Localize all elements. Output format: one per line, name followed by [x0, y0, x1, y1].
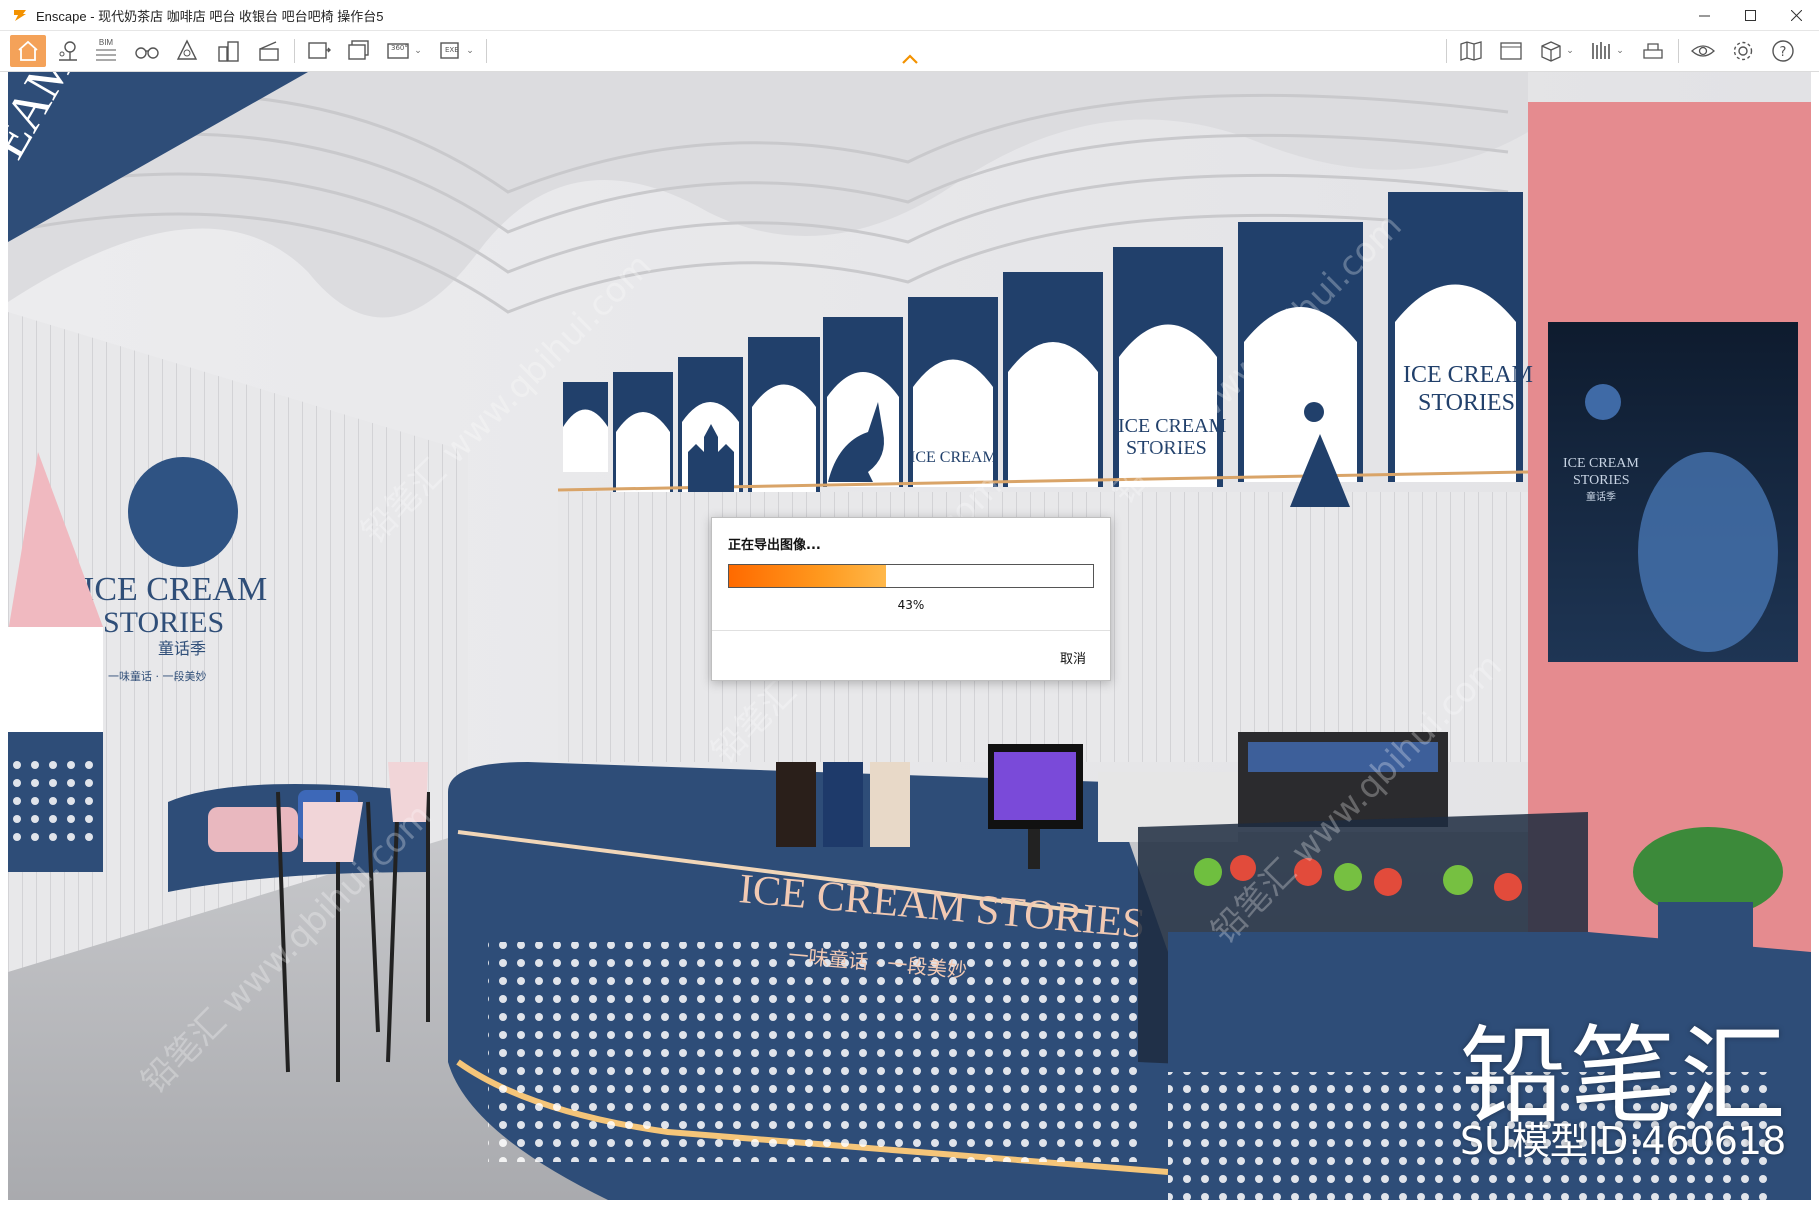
watermark-model-id: SU模型ID:460618 [1460, 1119, 1787, 1163]
progress-bar-fill [729, 565, 886, 587]
binoculars-button[interactable] [130, 35, 164, 67]
settings-button[interactable] [1726, 35, 1760, 67]
turret-dots [8, 752, 98, 842]
help-button[interactable]: ? [1766, 35, 1800, 67]
material-library-button[interactable]: ⌄ [1584, 35, 1628, 67]
binoculars-icon [135, 47, 159, 59]
upload-button[interactable] [1636, 35, 1670, 67]
window-controls [1681, 0, 1819, 30]
dialog-divider [712, 630, 1110, 631]
menu-card-2 [823, 762, 863, 847]
toolbar-separator [486, 39, 487, 63]
arch-brand-line1: ICE CREAM [1403, 362, 1533, 388]
wall-brand-line2: STORIES [103, 606, 224, 639]
visual-settings-button[interactable] [1686, 35, 1720, 67]
poster-brand-2: STORIES [1573, 473, 1630, 488]
panorama-button[interactable]: 360° ⌄ [382, 35, 426, 67]
upload-cloud-icon [1643, 43, 1663, 59]
bim-list-icon [96, 49, 116, 61]
poster-cn: 童话季 [1586, 490, 1616, 503]
help-icon: ? [1772, 40, 1794, 62]
box-icon [1541, 41, 1561, 62]
export-exe-button[interactable]: EXE ⌄ [434, 35, 478, 67]
map-icon [1460, 41, 1482, 61]
wall-brand-cn: 童话季 [158, 639, 206, 658]
gear-icon [1733, 41, 1753, 61]
exe-label: EXE [445, 46, 459, 54]
render-image-button[interactable] [302, 35, 336, 67]
arch-brand-line2: STORIES [1418, 390, 1515, 416]
views-icon [1500, 42, 1522, 60]
pos-screen-tiles [994, 752, 1076, 820]
pos-stand [1028, 829, 1040, 869]
princess-head [1304, 402, 1324, 422]
library-icon [1592, 42, 1611, 59]
maximize-icon [1744, 9, 1756, 21]
title-bar: Enscape - 现代奶茶店 咖啡店 吧台 收银台 吧台吧椅 操作台5 [0, 0, 1819, 31]
toolbar-separator [1446, 39, 1447, 63]
section-box-button[interactable]: ⌄ [1534, 35, 1578, 67]
toolbar-separator [294, 39, 295, 63]
bim-button[interactable]: BIM [90, 35, 122, 67]
clapperboard-icon [259, 41, 279, 61]
skybox-button[interactable] [170, 35, 204, 67]
chevron-down-icon: ⌄ [1566, 46, 1574, 56]
assets-button[interactable] [212, 35, 246, 67]
progress-bar [728, 564, 1094, 588]
collapse-chevron-icon[interactable] [900, 52, 920, 66]
arch-brand-small: ICE CREAM [910, 449, 997, 466]
menu-card-1 [776, 762, 816, 847]
batch-render-icon [348, 40, 369, 60]
map-button[interactable] [1454, 35, 1488, 67]
enscape-logo-icon [14, 10, 26, 21]
location-button[interactable] [52, 35, 84, 67]
window-title: Enscape - 现代奶茶店 咖啡店 吧台 收银台 吧台吧椅 操作台5 [36, 8, 384, 24]
svg-text:?: ? [1780, 45, 1787, 60]
menu-card-3 [870, 762, 910, 847]
home-button[interactable] [10, 35, 46, 67]
wall-slogan: 一味童话 · 一段美妙 [108, 669, 207, 683]
plant-pot [1658, 902, 1753, 947]
close-button[interactable] [1773, 0, 1819, 30]
render-image-icon [308, 42, 331, 59]
counter-dot-pattern [488, 942, 1138, 1162]
close-icon [1790, 9, 1802, 21]
minimize-button[interactable] [1681, 0, 1727, 30]
panorama-label: 360° [391, 44, 408, 52]
toolbar-separator [1678, 39, 1679, 63]
views-button[interactable] [1494, 35, 1528, 67]
wall-brand-line1: ICE CREAM [83, 571, 267, 608]
batch-render-button[interactable] [342, 35, 376, 67]
dialog-title: 正在导出图像... [728, 538, 821, 553]
chevron-down-icon: ⌄ [414, 46, 422, 56]
chevron-down-icon: ⌄ [1616, 46, 1624, 56]
atmosphere-icon [176, 39, 198, 60]
bench-cushion-pink [208, 807, 298, 852]
video-editor-button[interactable] [252, 35, 286, 67]
progress-percent: 43% [897, 598, 925, 612]
maximize-button[interactable] [1727, 0, 1773, 30]
poster-brand-1: ICE CREAM [1563, 456, 1639, 471]
home-icon [18, 40, 38, 61]
bim-label: BIM [98, 38, 114, 47]
location-pin-icon [59, 41, 77, 61]
poster-figure [1638, 452, 1778, 652]
export-progress-dialog: 正在导出图像... 43% 取消 [711, 517, 1111, 681]
wall-castle-logo [128, 457, 238, 567]
buildings-icon [218, 41, 239, 62]
chevron-down-icon: ⌄ [466, 46, 474, 56]
eye-icon [1691, 45, 1715, 57]
cancel-button[interactable]: 取消 [1060, 648, 1086, 667]
minimize-icon [1698, 15, 1710, 16]
poster-castle-emblem [1585, 384, 1621, 420]
